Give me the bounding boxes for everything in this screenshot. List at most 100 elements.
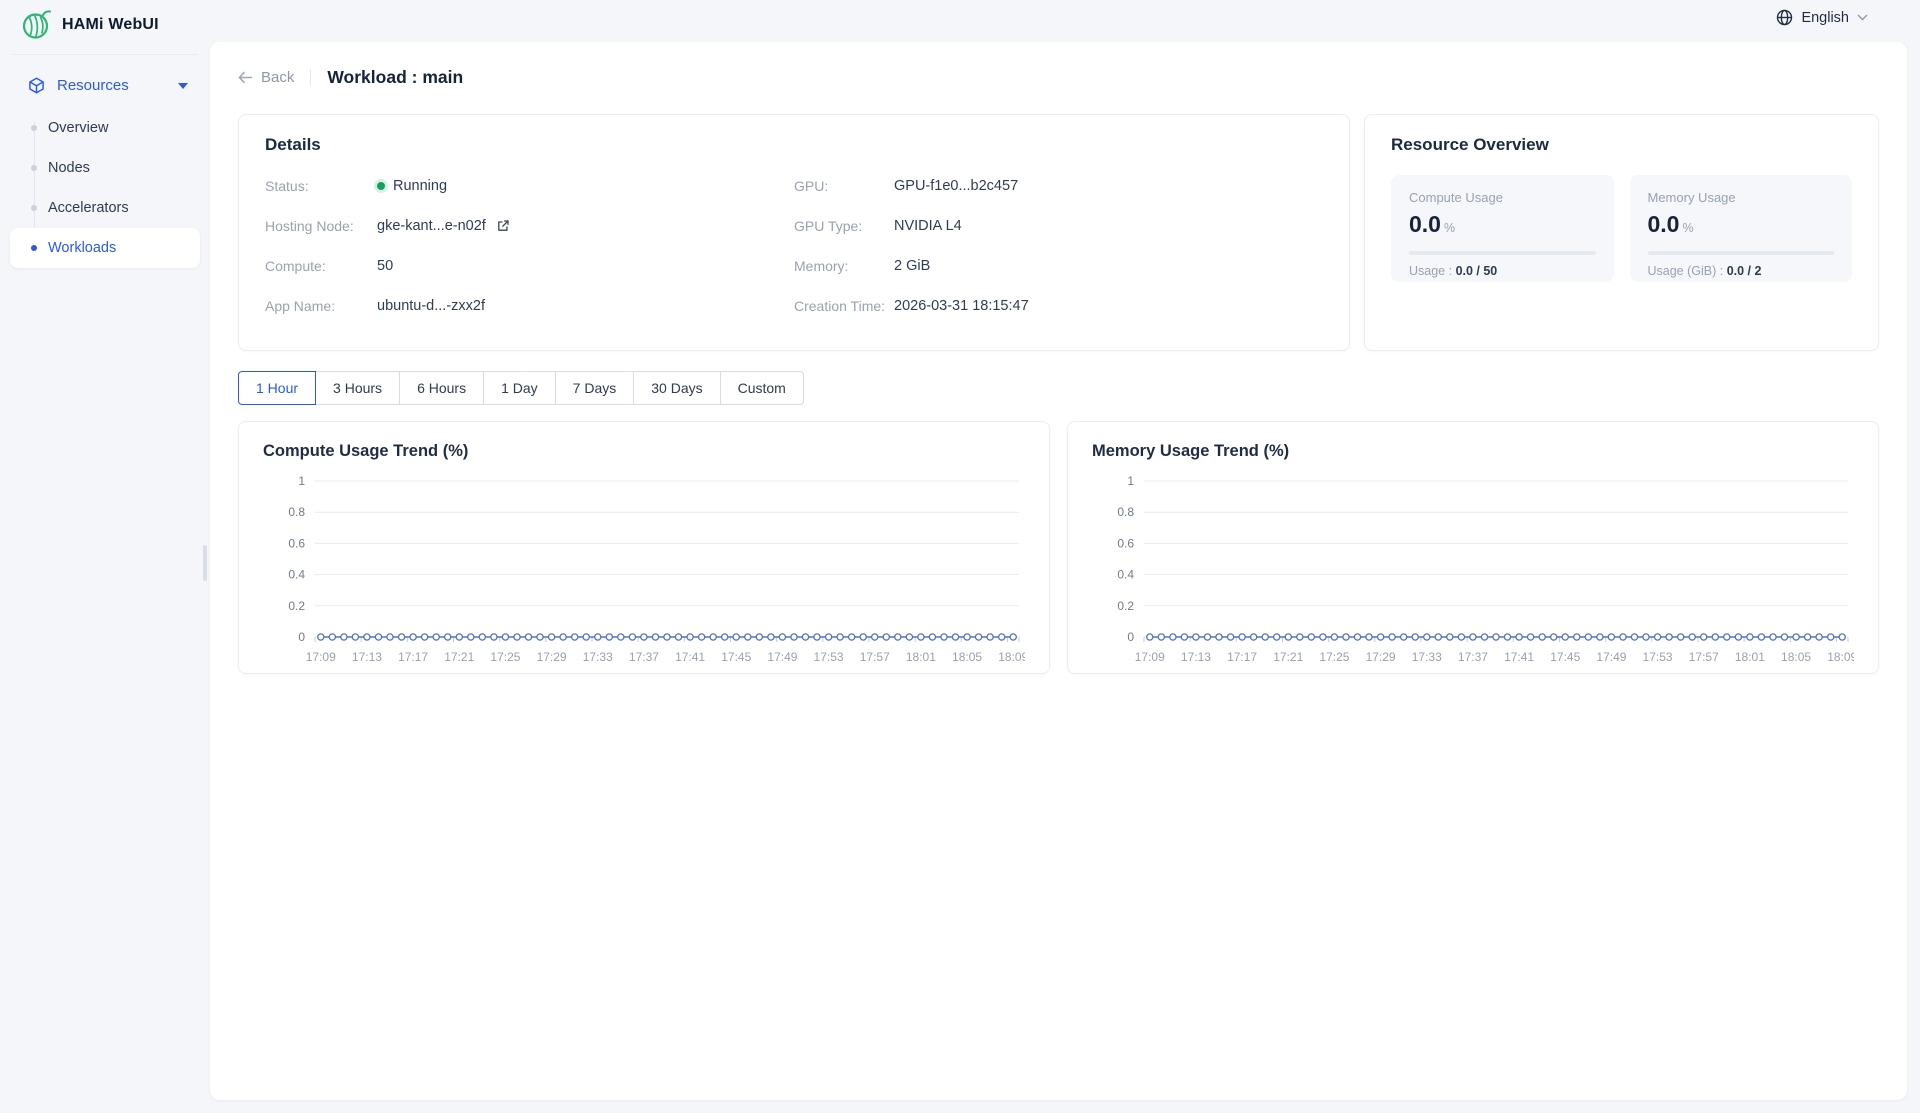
svg-text:17:09: 17:09	[1135, 650, 1165, 664]
time-range-1-hour[interactable]: 1 Hour	[238, 371, 316, 405]
svg-text:0.8: 0.8	[1117, 505, 1134, 519]
detail-row-hosting-node: Hosting Node: gke-kant...e-n02f	[265, 215, 794, 236]
header-divider	[310, 69, 311, 86]
svg-text:17:13: 17:13	[1181, 650, 1211, 664]
sidebar-item-overview[interactable]: Overview	[0, 108, 210, 148]
svg-text:17:37: 17:37	[629, 650, 659, 664]
hosting-node-value: gke-kant...e-n02f	[377, 218, 486, 234]
memory-value: 2 GiB	[894, 258, 930, 274]
time-range-custom[interactable]: Custom	[720, 371, 804, 405]
detail-label: GPU:	[794, 178, 894, 194]
status-value: Running	[393, 178, 447, 194]
memory-usage-label: Memory Usage	[1648, 190, 1835, 205]
sidebar-item-workloads[interactable]: Workloads	[10, 228, 200, 268]
memory-usage-unit: %	[1682, 221, 1693, 235]
detail-row-app-name: App Name: ubuntu-d...-zxx2f	[265, 295, 794, 316]
compute-usage-ratio: Usage : 0.0 / 50	[1409, 264, 1596, 278]
svg-text:0.6: 0.6	[1117, 536, 1134, 550]
detail-row-memory: Memory: 2 GiB	[794, 255, 1323, 276]
svg-text:0.2: 0.2	[1117, 599, 1134, 613]
compute-trend-chart: 00.20.40.60.8117:0917:1317:1717:2117:251…	[263, 467, 1025, 672]
time-range-6-hours[interactable]: 6 Hours	[399, 371, 484, 405]
memory-usage-ratio: Usage (GiB) : 0.0 / 2	[1648, 264, 1835, 278]
memory-usage-card: Memory Usage 0.0 % Usage (GiB) : 0.0 / 2	[1630, 175, 1853, 282]
svg-text:17:29: 17:29	[1366, 650, 1396, 664]
detail-row-creation-time: Creation Time: 2026-03-31 18:15:47	[794, 295, 1323, 316]
memory-usage-trend-card: Memory Usage Trend (%) 00.20.40.60.8117:…	[1067, 421, 1879, 674]
svg-text:17:49: 17:49	[1596, 650, 1626, 664]
chevron-down-icon	[178, 83, 188, 89]
detail-label: App Name:	[265, 298, 377, 314]
page-header: Back Workload : main	[238, 62, 1879, 92]
compute-usage-unit: %	[1444, 221, 1455, 235]
chevron-down-icon	[1857, 14, 1868, 21]
external-link-icon[interactable]	[496, 219, 510, 233]
svg-text:17:53: 17:53	[814, 650, 844, 664]
item-dot	[31, 245, 37, 251]
compute-usage-value: 0.0	[1409, 211, 1441, 238]
compute-usage-card: Compute Usage 0.0 % Usage : 0.0 / 50	[1391, 175, 1614, 282]
svg-text:0: 0	[1127, 630, 1134, 644]
arrow-left-icon	[238, 71, 253, 84]
svg-text:17:45: 17:45	[721, 650, 751, 664]
cube-icon	[28, 77, 45, 94]
sidebar: HAMi WebUI Resources Overview Nodes Acce…	[0, 0, 210, 1113]
time-range-30-days[interactable]: 30 Days	[633, 371, 720, 405]
time-range-1-day[interactable]: 1 Day	[483, 371, 556, 405]
svg-text:0.8: 0.8	[288, 505, 305, 519]
detail-label: GPU Type:	[794, 218, 894, 234]
detail-row-gpu: GPU: GPU-f1e0...b2c457	[794, 175, 1323, 196]
sidebar-submenu: Overview Nodes Accelerators Workloads	[0, 108, 210, 268]
svg-text:17:17: 17:17	[398, 650, 428, 664]
svg-text:17:29: 17:29	[537, 650, 567, 664]
details-left-column: Status: Running Hosting Node: gke-kant..…	[265, 175, 794, 335]
memory-trend-chart: 00.20.40.60.8117:0917:1317:1717:2117:251…	[1092, 467, 1854, 672]
sidebar-item-label: Overview	[48, 120, 108, 136]
svg-text:17:33: 17:33	[1412, 650, 1442, 664]
watermelon-logo-icon	[20, 9, 52, 41]
detail-row-compute: Compute: 50	[265, 255, 794, 276]
svg-text:17:09: 17:09	[306, 650, 336, 664]
memory-usage-progressbar	[1648, 251, 1835, 255]
detail-label: Status:	[265, 178, 377, 194]
status-dot-icon	[377, 182, 385, 190]
time-range-3-hours[interactable]: 3 Hours	[315, 371, 400, 405]
item-dot	[31, 165, 37, 171]
svg-text:17:41: 17:41	[1504, 650, 1534, 664]
resource-overview-title: Resource Overview	[1391, 135, 1852, 155]
svg-text:17:41: 17:41	[675, 650, 705, 664]
sidebar-item-label: Workloads	[48, 240, 116, 256]
details-title: Details	[265, 135, 1323, 155]
svg-text:17:45: 17:45	[1550, 650, 1580, 664]
svg-text:17:49: 17:49	[767, 650, 797, 664]
sidebar-item-nodes[interactable]: Nodes	[0, 148, 210, 188]
detail-row-gpu-type: GPU Type: NVIDIA L4	[794, 215, 1323, 236]
app-name-value: ubuntu-d...-zxx2f	[377, 298, 485, 314]
sidebar-divider	[12, 54, 198, 55]
svg-text:18:05: 18:05	[952, 650, 982, 664]
svg-text:17:25: 17:25	[490, 650, 520, 664]
compute-usage-label: Compute Usage	[1409, 190, 1596, 205]
svg-text:17:57: 17:57	[860, 650, 890, 664]
compute-usage-trend-card: Compute Usage Trend (%) 00.20.40.60.8117…	[238, 421, 1050, 674]
sidebar-item-label: Nodes	[48, 160, 90, 176]
compute-usage-progressbar	[1409, 251, 1596, 255]
language-label: English	[1801, 10, 1849, 26]
svg-text:1: 1	[298, 474, 305, 488]
language-selector[interactable]: English	[1776, 9, 1868, 26]
gpu-type-value: NVIDIA L4	[894, 218, 962, 234]
app-logo-row: HAMi WebUI	[0, 0, 210, 50]
back-button[interactable]: Back	[238, 69, 294, 86]
gpu-value: GPU-f1e0...b2c457	[894, 178, 1018, 194]
svg-text:0.6: 0.6	[288, 536, 305, 550]
svg-text:17:53: 17:53	[1643, 650, 1673, 664]
sidebar-item-label: Accelerators	[48, 200, 129, 216]
time-range-7-days[interactable]: 7 Days	[555, 371, 635, 405]
time-range-group: 1 Hour 3 Hours 6 Hours 1 Day 7 Days 30 D…	[238, 371, 804, 405]
svg-text:1: 1	[1127, 474, 1134, 488]
sidebar-item-accelerators[interactable]: Accelerators	[0, 188, 210, 228]
sidebar-section-label: Resources	[57, 77, 178, 94]
svg-text:17:21: 17:21	[1273, 650, 1303, 664]
sidebar-section-resources[interactable]: Resources	[0, 65, 210, 106]
sidebar-resize-handle[interactable]	[203, 545, 207, 581]
